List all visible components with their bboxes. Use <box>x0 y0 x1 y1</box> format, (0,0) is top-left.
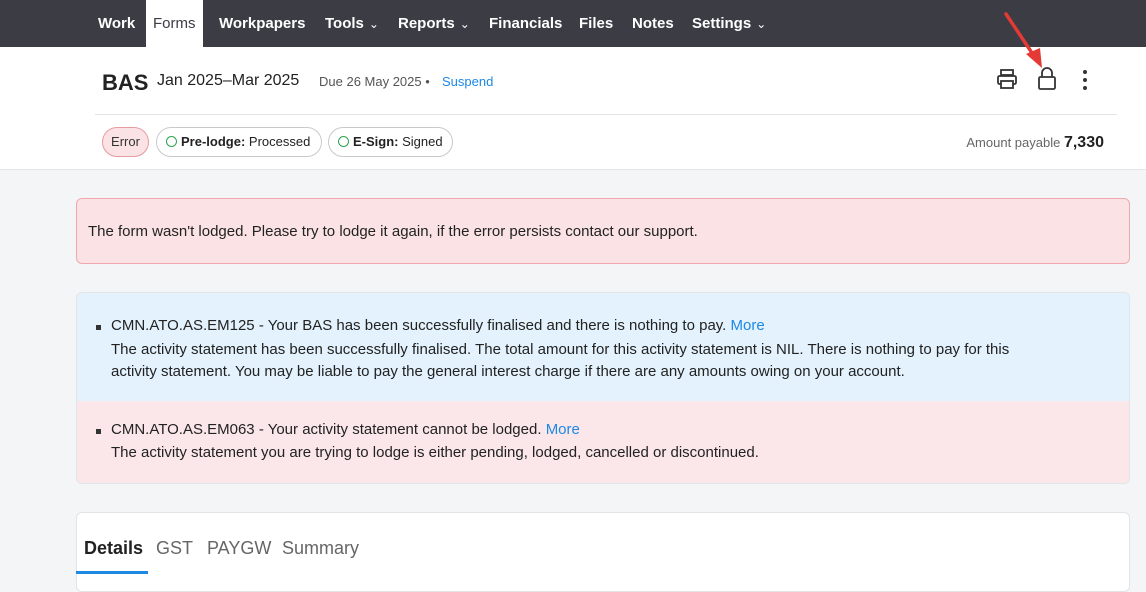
check-circle-icon <box>338 136 349 147</box>
chevron-down-icon: ⌄ <box>459 17 470 31</box>
nav-item-settings-label: Settings <box>692 15 752 32</box>
nav-item-workpapers-label: Workpapers <box>219 15 306 32</box>
error-banner: The form wasn't lodged. Please try to lo… <box>76 198 1130 264</box>
prelodge-value: Processed <box>248 134 311 149</box>
more-link[interactable]: More <box>731 317 765 334</box>
tab-paygw[interactable]: PAYGW <box>207 538 271 559</box>
nav-item-workpapers[interactable]: Workpapers <box>219 0 305 47</box>
nav-item-reports-label: Reports <box>398 15 455 32</box>
active-tab-indicator <box>76 571 148 574</box>
nav-item-tools[interactable]: Tools ⌄ <box>325 0 379 47</box>
nav-item-settings[interactable]: Settings ⌄ <box>692 0 766 47</box>
message-summary-text: - Your activity statement cannot be lodg… <box>254 421 542 438</box>
esign-status-badge: E-Sign: Signed <box>328 127 453 157</box>
error-badge: Error <box>102 127 149 157</box>
prelodge-status-badge: Pre-lodge: Processed <box>156 127 322 157</box>
message-detail: The activity statement has been successf… <box>111 341 1010 358</box>
tab-summary[interactable]: Summary <box>282 538 359 559</box>
amount-payable-label: Amount payable <box>966 135 1061 150</box>
message-summary: CMN.ATO.AS.EM063 - Your activity stateme… <box>111 421 580 438</box>
bullet-icon <box>96 325 101 330</box>
nav-item-files[interactable]: Files <box>579 0 613 47</box>
form-period: Jan 2025–Mar 2025 <box>157 72 300 89</box>
annotation-arrow <box>1004 12 1042 68</box>
chevron-down-icon: ⌄ <box>756 17 767 31</box>
tab-gst[interactable]: GST <box>156 538 193 559</box>
nav-item-tools-label: Tools <box>325 15 364 32</box>
message-summary-text: - Your BAS has been successfully finalis… <box>254 317 727 334</box>
nav-item-work[interactable]: Work <box>98 0 135 47</box>
top-nav: Work Forms Workpapers Tools ⌄ Reports ⌄ Fi… <box>0 0 1146 47</box>
message-item-error: CMN.ATO.AS.EM063 - Your activity stateme… <box>77 401 1129 483</box>
message-detail: activity statement. You may be liable to… <box>111 363 905 380</box>
nav-item-forms[interactable]: Forms <box>146 0 203 47</box>
check-circle-icon <box>166 136 177 147</box>
error-banner-text: The form wasn't lodged. Please try to lo… <box>88 223 698 240</box>
header-divider <box>95 114 1117 115</box>
bullet-icon <box>96 429 101 434</box>
nav-item-reports[interactable]: Reports ⌄ <box>398 0 470 47</box>
message-code: CMN.ATO.AS.EM125 <box>111 317 255 334</box>
prelodge-label: Pre-lodge: <box>181 134 246 149</box>
amount-payable-value: 7,330 <box>1063 134 1104 151</box>
tab-details[interactable]: Details <box>84 538 143 559</box>
esign-label: E-Sign: <box>353 134 399 149</box>
nav-item-notes[interactable]: Notes <box>632 0 674 47</box>
chevron-down-icon: ⌄ <box>368 17 379 31</box>
message-item-info: CMN.ATO.AS.EM125 - Your BAS has been suc… <box>77 293 1129 401</box>
message-detail: The activity statement you are trying to… <box>111 444 759 461</box>
ato-messages: CMN.ATO.AS.EM125 - Your BAS has been suc… <box>76 292 1130 484</box>
amount-payable: Amount payable 7,330 <box>966 134 1104 152</box>
message-summary: CMN.ATO.AS.EM125 - Your BAS has been suc… <box>111 317 765 334</box>
nav-item-financials[interactable]: Financials <box>489 0 562 47</box>
due-date: Due 26 May 2025 • <box>319 74 430 89</box>
more-link[interactable]: More <box>546 421 580 438</box>
more-vertical-icon[interactable] <box>1080 68 1090 92</box>
page-title: BAS <box>102 70 149 95</box>
esign-value: Signed <box>402 134 443 149</box>
suspend-link[interactable]: Suspend <box>442 74 493 89</box>
message-code: CMN.ATO.AS.EM063 <box>111 421 255 438</box>
